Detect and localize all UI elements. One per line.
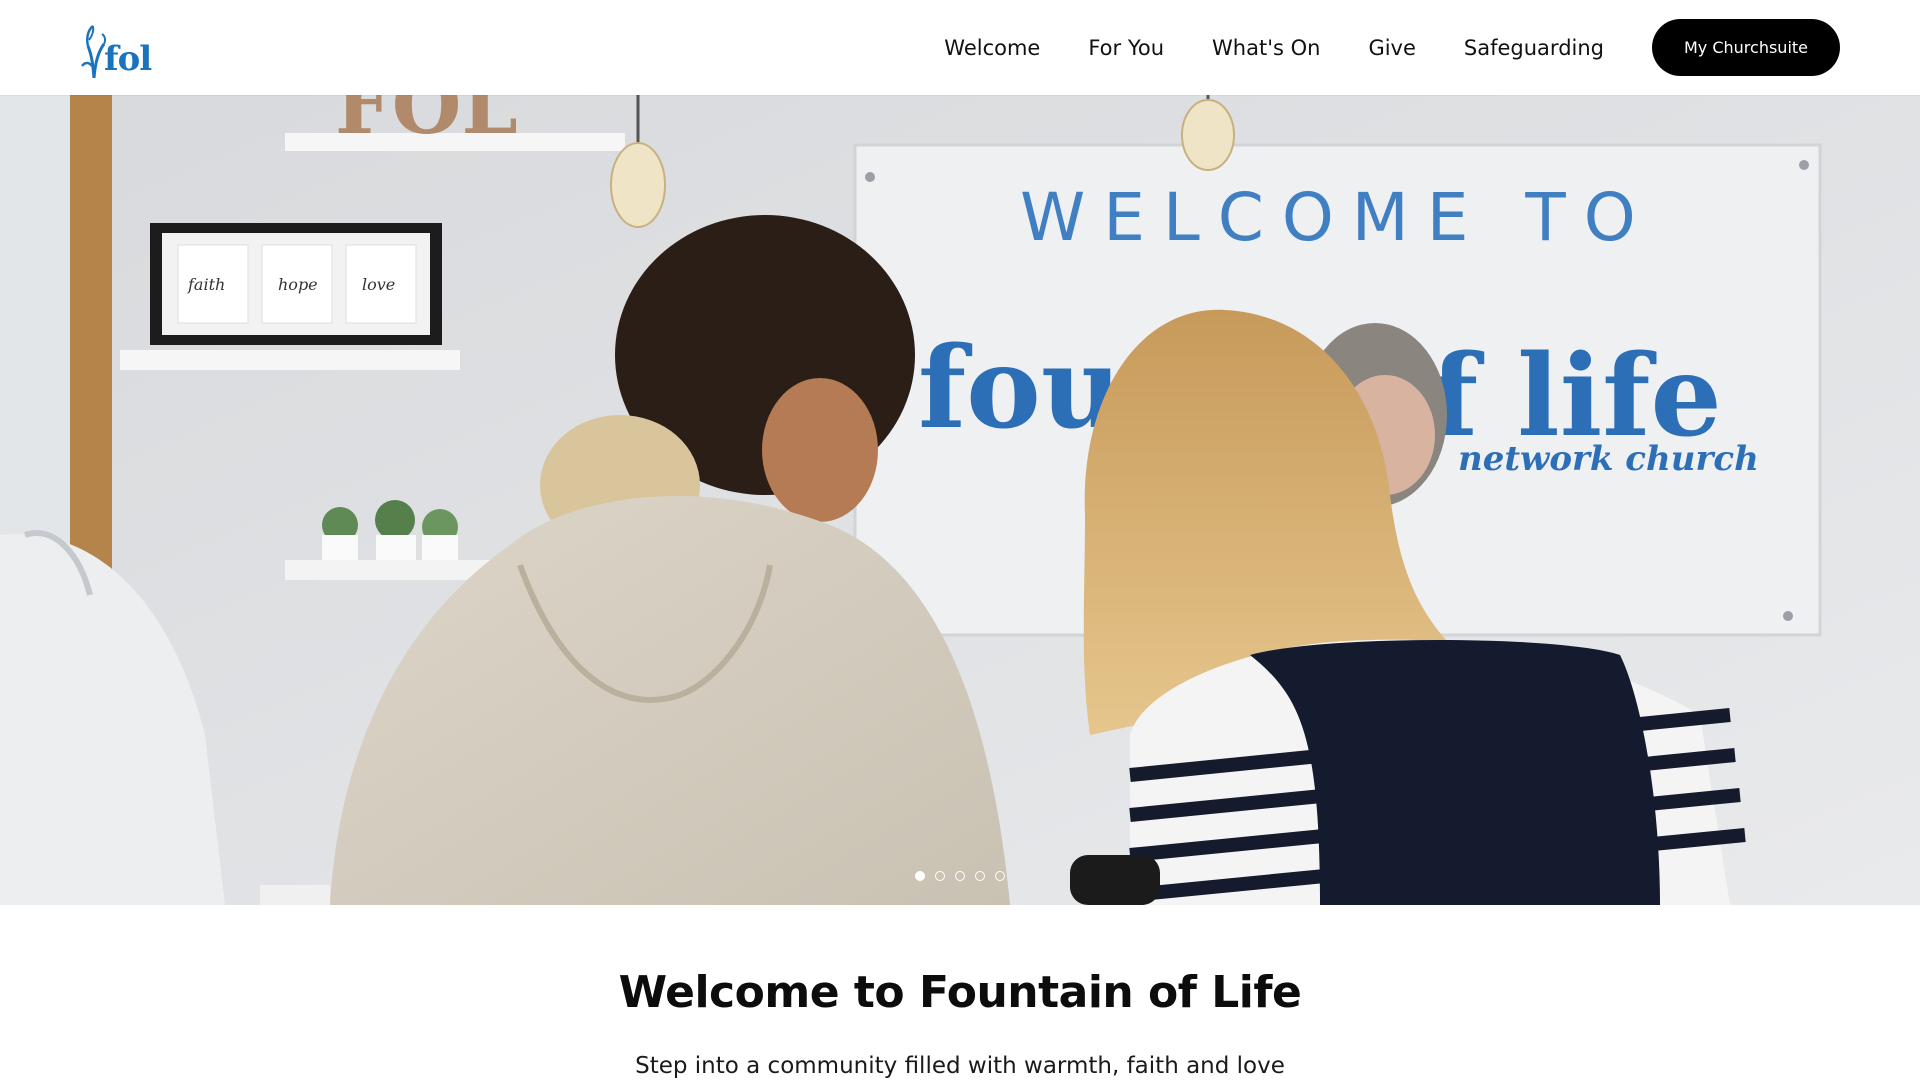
nav-item-safeguarding[interactable]: Safeguarding xyxy=(1464,36,1604,60)
shelf-letters: FOL xyxy=(335,95,518,152)
nav-item-for-you[interactable]: For You xyxy=(1088,36,1164,60)
main-nav: Welcome For You What's On Give Safeguard… xyxy=(944,0,1840,95)
nav-item-whats-on[interactable]: What's On xyxy=(1212,36,1320,60)
nav-item-welcome[interactable]: Welcome xyxy=(944,36,1040,60)
sign-network-church: network church xyxy=(1458,439,1759,479)
slide-indicators xyxy=(915,871,1005,881)
hero-photo: FOL faith hope love WELCOME TO foun f li… xyxy=(0,95,1920,905)
site-logo[interactable]: fol xyxy=(80,18,170,78)
logo-wordmark: fol xyxy=(104,39,152,79)
frame-word-hope: hope xyxy=(278,275,318,294)
slide-dot-1[interactable] xyxy=(915,871,925,881)
slide-dot-4[interactable] xyxy=(975,871,985,881)
frame-word-faith: faith xyxy=(187,275,225,294)
hero-slideshow: FOL faith hope love WELCOME TO foun f li… xyxy=(0,95,1920,905)
slide-dot-5[interactable] xyxy=(995,871,1005,881)
site-header: fol Welcome For You What's On Give Safeg… xyxy=(0,0,1920,95)
page-subtitle: Step into a community filled with warmth… xyxy=(635,1053,1285,1079)
slide-dot-2[interactable] xyxy=(935,871,945,881)
frame-word-love: love xyxy=(362,275,395,294)
sign-welcome-to: WELCOME TO xyxy=(1020,179,1654,256)
page-title: Welcome to Fountain of Life xyxy=(618,967,1302,1018)
welcome-section: Welcome to Fountain of Life Step into a … xyxy=(0,905,1920,1080)
nav-item-give[interactable]: Give xyxy=(1368,36,1415,60)
my-churchsuite-button[interactable]: My Churchsuite xyxy=(1652,19,1840,76)
slide-dot-3[interactable] xyxy=(955,871,965,881)
